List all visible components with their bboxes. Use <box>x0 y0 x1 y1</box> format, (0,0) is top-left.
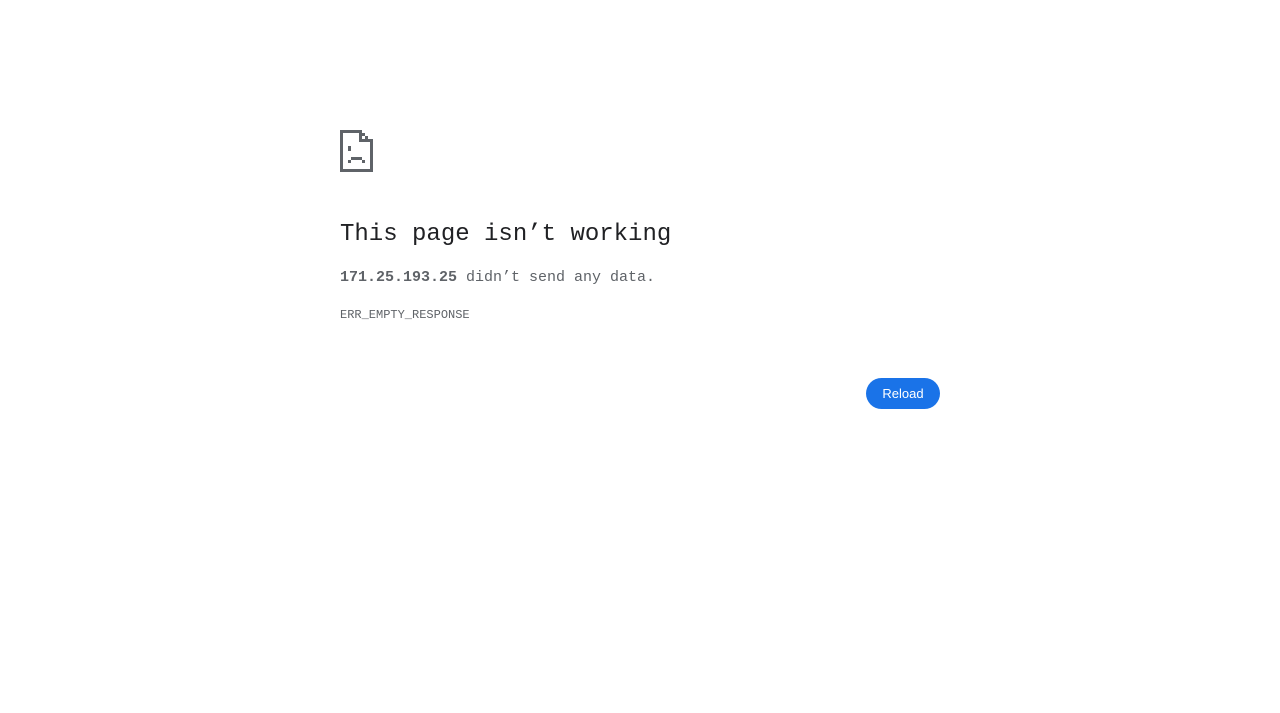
error-title: This page isn’t working <box>340 221 672 248</box>
error-host: 171.25.193.25 <box>340 269 458 286</box>
error-page: This page isn’t working 171.25.193.25 di… <box>0 0 1280 713</box>
reload-button[interactable]: Reload <box>866 378 940 409</box>
sad-page-icon <box>340 130 373 172</box>
error-message: 171.25.193.25 didn’t send any data. <box>340 268 655 288</box>
error-code: ERR_EMPTY_RESPONSE <box>340 308 470 322</box>
error-message-suffix: didn’t send any data. <box>457 269 656 286</box>
